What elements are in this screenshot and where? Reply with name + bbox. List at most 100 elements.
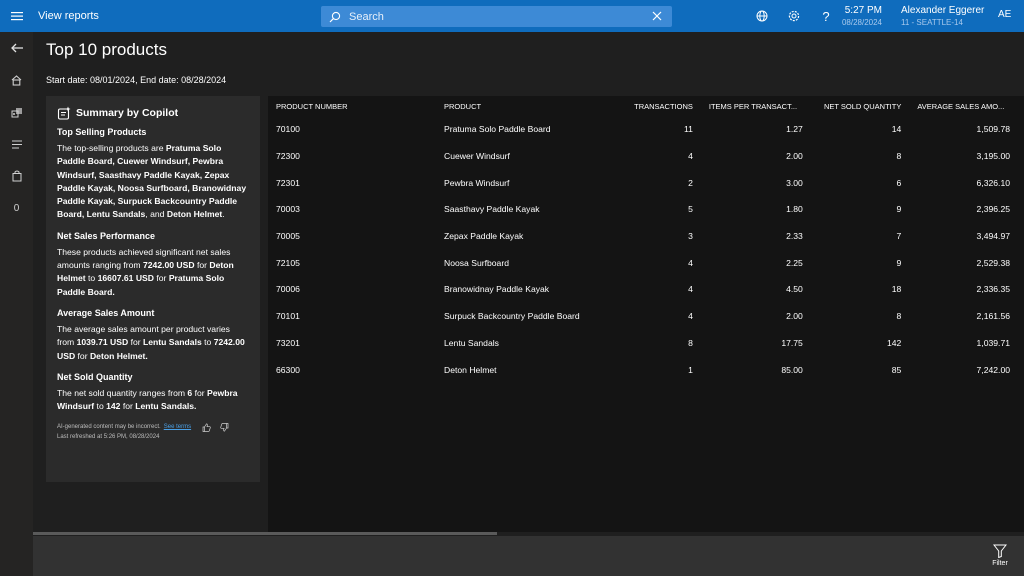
body-text: The top-selling products are [57, 143, 166, 153]
hamburger-icon [11, 12, 23, 21]
cell-transactions: 4 [688, 284, 693, 295]
cell-product-name: Pratuma Solo Paddle Board [444, 124, 551, 135]
lines-button[interactable] [0, 132, 33, 156]
table-row[interactable]: 70006 Branowidnay Paddle Kayak 4 4.50 18 2,33… [268, 276, 1018, 303]
help-icon: ? [822, 8, 830, 24]
back-button[interactable] [0, 36, 33, 60]
body-text: for [120, 401, 136, 412]
cell-product-name: Branowidnay Paddle Kayak [444, 284, 550, 295]
search-icon [329, 11, 349, 23]
column-header-transactions[interactable]: TRANSACTIONS [622, 96, 701, 116]
filter-label: Filter [992, 560, 1008, 567]
clock: 5:27 PM 08/28/2024 [840, 5, 882, 28]
products-button[interactable] [0, 100, 33, 124]
thumbs-down-button[interactable] [219, 422, 229, 432]
cell-transactions: 4 [688, 257, 693, 268]
clock-date: 08/28/2024 [841, 18, 882, 27]
table-row[interactable]: 70101 Surpuck Backcountry Paddle Board 4 2.… [268, 303, 1018, 330]
home-icon [11, 74, 22, 86]
copilot-sections: Top Selling Products The top-selling prod… [57, 127, 249, 413]
cell-product-name: Pewbra Windsurf [444, 177, 510, 188]
highlighted-text: Deton Helmet. [89, 350, 148, 361]
cart-button[interactable] [0, 164, 33, 188]
cell-average-sales-amount: 3,195.00 [976, 151, 1010, 162]
disclaimer-text: AI-generated content may be incorrect. [57, 424, 161, 431]
help-button[interactable]: ? [818, 8, 834, 24]
body-text: for [192, 387, 208, 398]
cell-items-per-transaction: 1.27 [786, 124, 803, 135]
products-icon [11, 107, 22, 117]
menu-button[interactable] [0, 0, 34, 32]
cell-product-name: Surpuck Backcountry Paddle Board [444, 311, 580, 322]
scrollbar-thumb[interactable] [33, 532, 497, 535]
clear-search-button[interactable] [650, 9, 664, 23]
highlighted-text: 1039.71 USD [76, 337, 129, 348]
column-header-items-per-transaction[interactable]: ITEMS PER TRANSACT... [701, 96, 811, 116]
column-header-average-sales-amount[interactable]: AVERAGE SALES AMO... [909, 96, 1018, 116]
cell-product-name: Saasthavy Paddle Kayak [444, 204, 540, 215]
store-name: 11 - SEATTLE-14 [901, 18, 963, 27]
page-title: Top 10 products [46, 40, 167, 59]
cell-items-per-transaction: 2.25 [786, 257, 803, 268]
body-text: for [194, 260, 210, 271]
cell-average-sales-amount: 2,161.56 [976, 311, 1010, 322]
table-header-row: PRODUCT NUMBER PRODUCT TRANSACTIONS ITEM… [268, 96, 1018, 116]
user-info[interactable]: Alexander Eggerer 11 - SEATTLE-14 [901, 5, 984, 28]
products-table: PRODUCT NUMBER PRODUCT TRANSACTIONS ITEM… [268, 96, 1018, 383]
cell-net-sold-quantity: 7 [896, 231, 902, 242]
table-row[interactable]: 70003 Saasthavy Paddle Kayak 5 1.80 9 2,396.2… [268, 196, 1018, 223]
gear-icon [788, 10, 800, 22]
body-text: to [85, 273, 98, 284]
cell-product-name: Zepax Paddle Kayak [444, 231, 524, 242]
cell-items-per-transaction: 17.75 [781, 337, 803, 348]
highlighted-text: 142 [106, 401, 121, 412]
cell-net-sold-quantity: 8 [896, 311, 902, 322]
column-header-product-number[interactable]: PRODUCT NUMBER [268, 96, 436, 116]
home-button[interactable] [0, 68, 33, 92]
table-row[interactable]: 70005 Zepax Paddle Kayak 3 2.33 7 3,494.97 [268, 223, 1018, 250]
cell-net-sold-quantity: 142 [886, 337, 902, 348]
thumbs-down-icon [219, 423, 228, 432]
column-header-net-sold-quantity[interactable]: NET SOLD QUANTITY [811, 96, 910, 116]
thumbs-up-button[interactable] [201, 422, 211, 432]
globe-button[interactable] [754, 8, 770, 24]
cell-transactions: 3 [688, 231, 693, 242]
table-row[interactable]: 72105 Noosa Surfboard 4 2.25 9 2,529.38 [268, 249, 1018, 276]
cell-average-sales-amount: 7,242.00 [976, 364, 1010, 375]
body-text: for [154, 273, 169, 284]
cell-items-per-transaction: 85.00 [781, 364, 803, 375]
cell-product-number: 70100 [276, 124, 300, 135]
cell-transactions: 5 [688, 204, 693, 215]
body-text: to [201, 337, 214, 348]
copilot-section-body: The top-selling products are Pratuma Sol… [57, 142, 249, 222]
table-row[interactable]: 66300 Deton Helmet 1 85.00 85 7,242.00 [268, 356, 1018, 383]
copilot-icon [57, 106, 71, 120]
highlighted-text: Deton Helmet [166, 209, 223, 220]
table-body: 70100 Pratuma Solo Paddle Board 11 1.27 1 4 1,… [268, 116, 1018, 383]
copilot-section-title: Top Selling Products [57, 127, 147, 137]
table-row[interactable]: 73201 Lentu Sandals 8 17.75 142 1,039.71 [268, 330, 1018, 357]
table-row[interactable]: 72300 Cuewer Windsurf 4 2.00 8 3,195.00 [268, 143, 1018, 170]
copilot-section-title: Average Sales Amount [57, 307, 155, 318]
cell-product-number: 70006 [276, 284, 300, 295]
settings-button[interactable] [786, 8, 802, 24]
table-row[interactable]: 72301 Pewbra Windsurf 2 3.00 6 6,326.10 [268, 169, 1018, 196]
cell-average-sales-amount: 1,509.78 [976, 124, 1010, 135]
cell-product-number: 66300 [276, 364, 300, 375]
filter-button[interactable]: Filter [986, 544, 1014, 567]
copilot-section-title: Net Sold Quantity [57, 371, 133, 382]
cell-transactions: 11 [683, 124, 693, 135]
body-text: to [94, 401, 107, 412]
cell-average-sales-amount: 6,326.10 [976, 177, 1010, 188]
search-box[interactable] [321, 6, 672, 27]
date-range: Start date: 08/01/2024, End date: 08/28/… [46, 75, 227, 85]
cart-count: 0 [13, 202, 20, 214]
see-terms-link[interactable]: See terms [164, 424, 191, 430]
column-header-product[interactable]: PRODUCT [436, 96, 622, 116]
search-input[interactable] [349, 10, 639, 23]
cell-transactions: 1 [688, 364, 693, 375]
cell-items-per-transaction: 2.33 [786, 231, 803, 242]
table-row[interactable]: 70100 Pratuma Solo Paddle Board 11 1.27 14 1,… [268, 116, 1018, 143]
cell-product-number: 72300 [276, 151, 300, 162]
avatar[interactable]: AE [998, 9, 1011, 20]
